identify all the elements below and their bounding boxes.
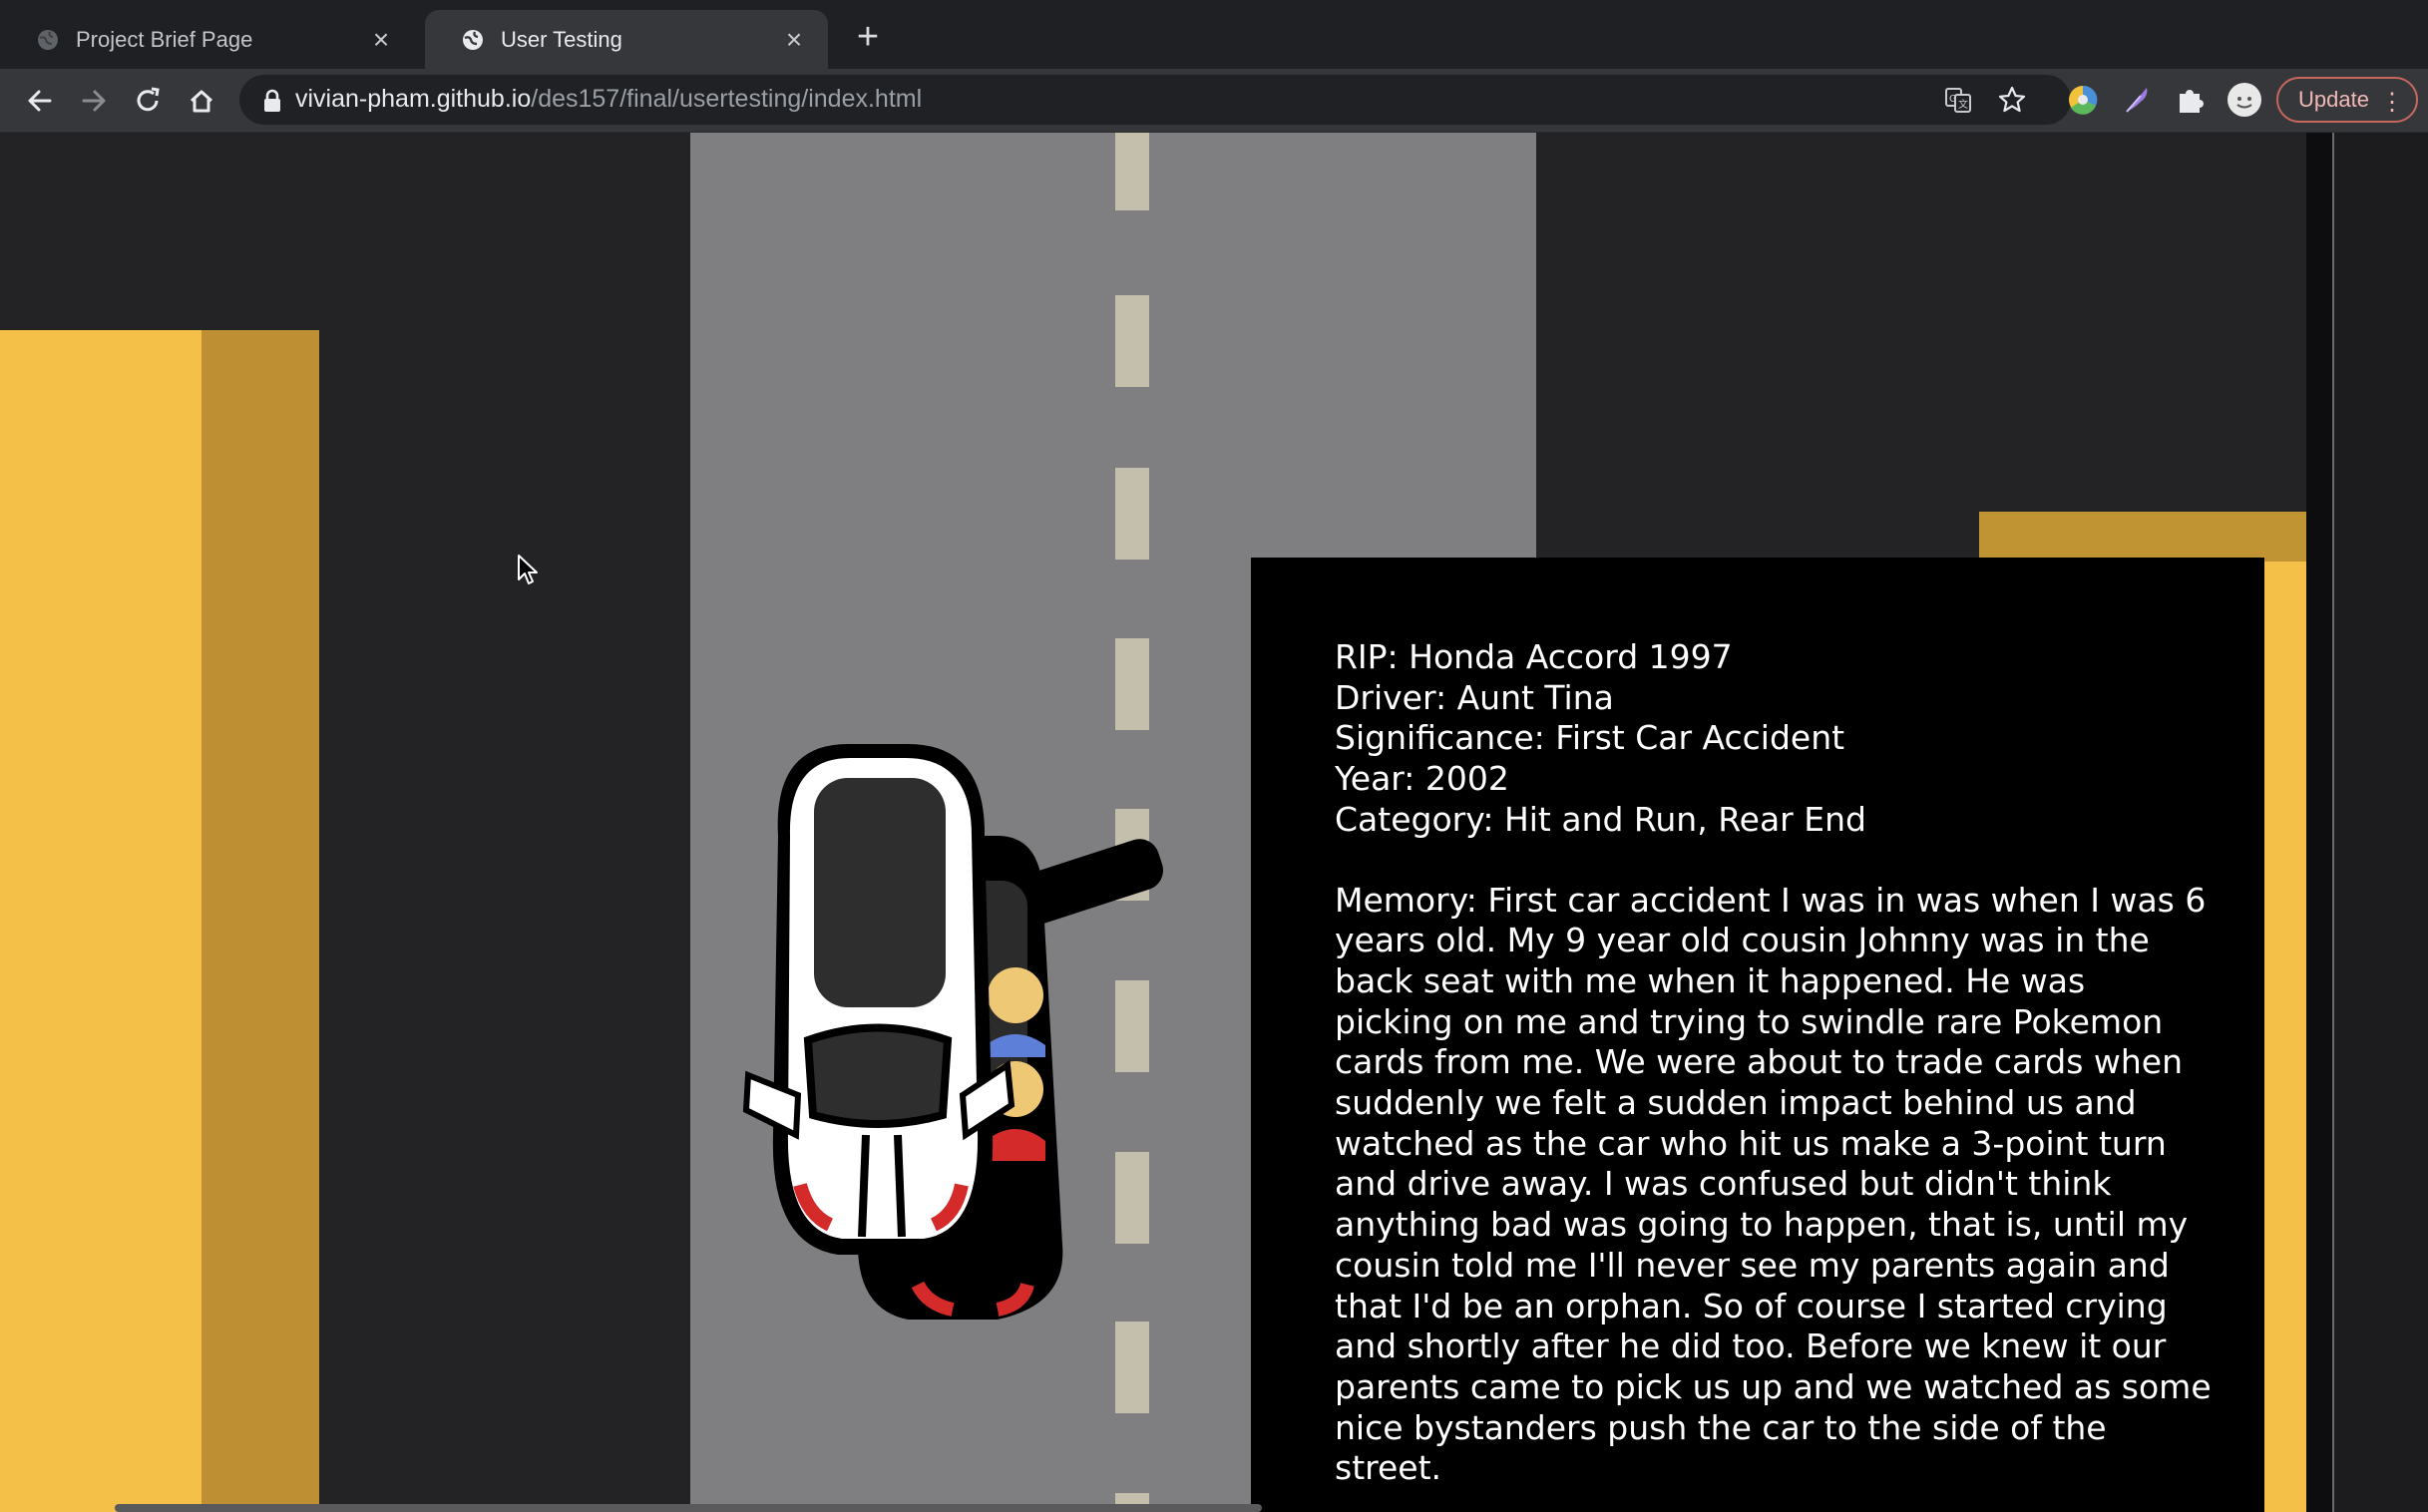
tab-project-brief[interactable]: Project Brief Page ×	[0, 10, 415, 69]
building-right	[2264, 562, 2306, 1512]
translate-icon[interactable]: G 文	[1943, 85, 1973, 115]
divider	[2332, 133, 2334, 1512]
tab-strip: Project Brief Page × User Testing × +	[0, 0, 2428, 69]
browser-toolbar: vivian-pham.github.io/des157/final/usert…	[0, 69, 2428, 133]
tab-user-testing[interactable]: User Testing ×	[425, 10, 828, 69]
asphalt-texture	[2332, 133, 2428, 1512]
url-path: /des157/final/usertesting/index.html	[531, 85, 923, 113]
back-arrow-icon[interactable]	[20, 81, 60, 121]
car-name: RIP: Honda Accord 1997	[1335, 637, 1733, 676]
url-domain: vivian-pham.github.io	[295, 85, 532, 113]
significance: Significance: First Car Accident	[1335, 718, 1845, 758]
lock-icon[interactable]	[261, 89, 283, 113]
feather-pen-icon[interactable]	[2119, 82, 2155, 118]
url-text[interactable]: vivian-pham.github.io/des157/final/usert…	[295, 85, 922, 114]
update-label: Update	[2298, 87, 2369, 112]
address-bar[interactable]: vivian-pham.github.io/des157/final/usert…	[239, 75, 2071, 125]
page-edge	[2306, 133, 2332, 1512]
close-tab-icon[interactable]: ×	[367, 24, 395, 56]
new-tab-button[interactable]: +	[848, 18, 888, 58]
globe-icon	[38, 29, 58, 50]
star-icon[interactable]	[1997, 85, 2027, 115]
lane-marking	[1115, 295, 1149, 387]
building-right-roof	[1979, 512, 2306, 562]
driver: Driver: Aunt Tina	[1335, 677, 1614, 717]
tab-title: Project Brief Page	[76, 26, 253, 52]
reload-icon[interactable]	[128, 81, 168, 121]
close-tab-icon[interactable]: ×	[780, 24, 808, 56]
category: Category: Hit and Run, Rear End	[1335, 799, 1866, 839]
year: Year: 2002	[1335, 759, 1509, 799]
building-left	[0, 330, 202, 1512]
lane-marking	[1115, 468, 1149, 560]
lane-marking	[1115, 133, 1149, 210]
avatar[interactable]	[2226, 82, 2262, 118]
three-dots-icon[interactable]: ⋮	[2380, 88, 2404, 117]
update-button[interactable]: Update ⋮	[2276, 77, 2418, 123]
forward-arrow-icon[interactable]	[74, 81, 114, 121]
white-car	[742, 744, 1015, 1255]
chrome-extension-icon[interactable]	[2065, 82, 2101, 118]
home-icon[interactable]	[182, 81, 221, 121]
memory-text: Memory: First car accident I was in was …	[1335, 880, 2212, 1488]
horizontal-scrollbar[interactable]	[115, 1504, 1262, 1512]
memory-card: RIP: Honda Accord 1997 Driver: Aunt Tina…	[1251, 558, 2264, 1512]
page-canvas: RIP: Honda Accord 1997 Driver: Aunt Tina…	[0, 133, 2428, 1512]
mouse-cursor-icon	[518, 555, 538, 584]
globe-icon	[463, 29, 483, 50]
svg-text:G: G	[1949, 94, 1957, 105]
tab-title: User Testing	[501, 26, 622, 52]
svg-text:文: 文	[1958, 98, 1968, 111]
car-accident-illustration	[742, 744, 1163, 1320]
building-left-shadow	[202, 330, 319, 1512]
puzzle-icon[interactable]	[2173, 82, 2209, 118]
